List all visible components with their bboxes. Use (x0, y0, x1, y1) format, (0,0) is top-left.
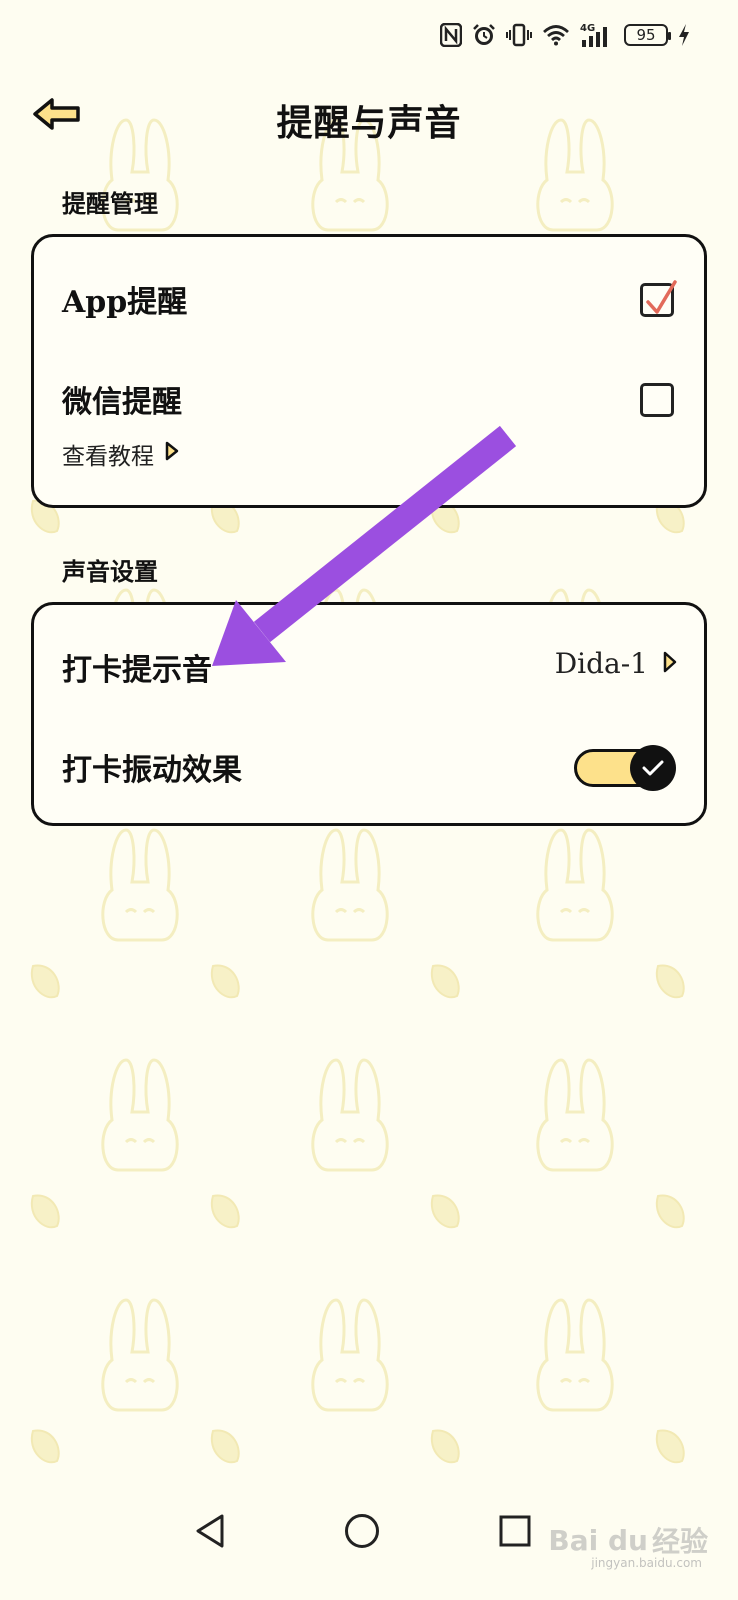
nav-recent-button[interactable] (490, 1506, 540, 1556)
checkin-sound-row[interactable]: 打卡提示音 Dida-1 (34, 633, 704, 703)
nav-home-button[interactable] (337, 1506, 387, 1556)
watermark-brand: Bai du (548, 1523, 648, 1557)
wechat-reminder-label: 微信提醒 (62, 385, 182, 420)
battery-indicator: 95 (624, 24, 671, 46)
wifi-icon (542, 24, 570, 46)
status-bar: 4G 95 (440, 18, 690, 52)
page-title: 提醒与声音 (276, 102, 462, 144)
signal-icon: 4G (580, 22, 614, 48)
vibration-toggle[interactable] (574, 745, 676, 791)
checkin-sound-label: 打卡提示音 (62, 653, 212, 688)
wechat-reminder-checkbox[interactable] (640, 383, 674, 417)
tutorial-label: 查看教程 (62, 444, 154, 470)
chevron-right-icon (662, 650, 678, 678)
checkin-sound-selector[interactable]: Dida-1 (555, 647, 678, 680)
nfc-icon (440, 23, 462, 47)
wechat-reminder-row[interactable]: 微信提醒 (34, 365, 704, 435)
baidu-watermark: Bai du 经验 (548, 1520, 708, 1560)
app-reminder-row[interactable]: App提醒 (34, 265, 704, 335)
app-reminder-label: App提醒 (62, 285, 188, 320)
nav-home-icon (345, 1514, 379, 1548)
network-type: 4G (580, 23, 595, 34)
reminder-card: App提醒 微信提醒 查看教程 (31, 234, 707, 508)
nav-back-icon (196, 1514, 224, 1548)
check-icon (642, 760, 664, 776)
charging-icon (678, 23, 690, 47)
section-title-sound: 声音设置 (62, 557, 158, 586)
vibration-label: 打卡振动效果 (62, 753, 242, 788)
app-reminder-checkbox[interactable] (640, 280, 677, 317)
nav-back-button[interactable] (185, 1506, 235, 1556)
vibrate-icon (506, 23, 532, 47)
watermark-brand-cn: 经验 (651, 1525, 708, 1558)
watermark-url: jingyan.baidu.com (591, 1556, 702, 1570)
section-title-reminder: 提醒管理 (62, 189, 158, 218)
check-icon (646, 280, 677, 314)
header: 提醒与声音 (0, 88, 738, 148)
chevron-right-icon (164, 440, 180, 468)
toggle-knob (630, 745, 676, 791)
alarm-icon (472, 23, 496, 47)
view-tutorial-link[interactable]: 查看教程 (62, 437, 180, 471)
vibration-row: 打卡振动效果 (34, 733, 704, 803)
nav-recent-icon (499, 1515, 531, 1547)
checkin-sound-value: Dida-1 (554, 647, 648, 680)
sound-card: 打卡提示音 Dida-1 打卡振动效果 (31, 602, 707, 826)
